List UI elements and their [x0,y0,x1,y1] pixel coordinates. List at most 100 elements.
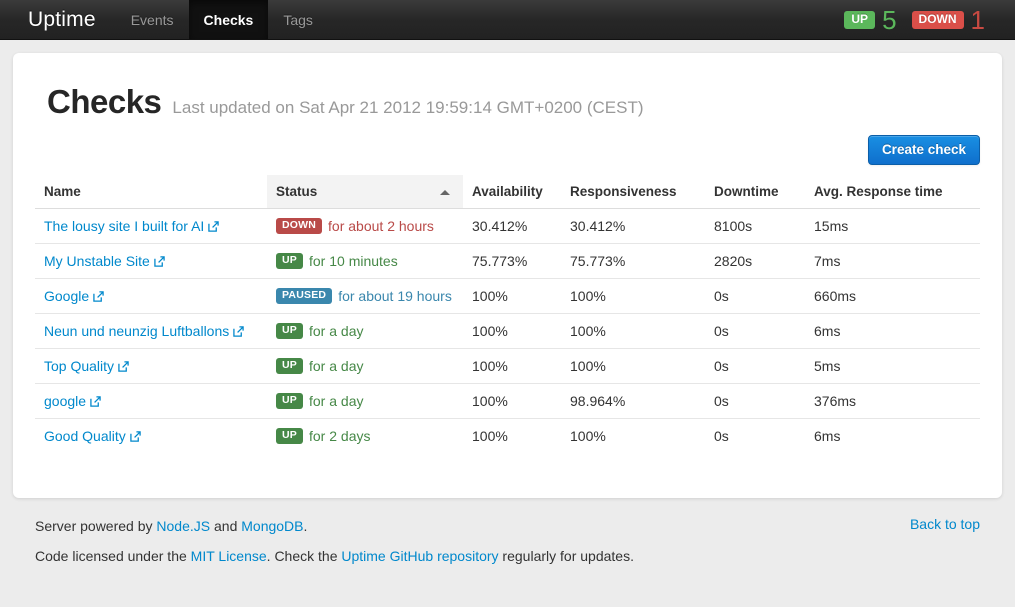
footer-text-post-2: regularly for updates. [498,548,634,564]
cell-status: DOWN for about 2 hours [267,209,463,244]
mit-license-link[interactable]: MIT License [191,548,267,564]
cell-availability: 75.773% [463,243,561,279]
column-header-downtime[interactable]: Downtime [705,175,805,209]
footer-line-license: Code licensed under the MIT License. Che… [35,546,980,566]
page-body: Checks Last updated on Sat Apr 21 2012 1… [0,40,1015,498]
column-header-avg-response[interactable]: Avg. Response time [805,175,980,209]
cell-status: UP for 2 days [267,418,463,453]
status-badge: UP [276,393,303,409]
cell-availability: 30.412% [472,218,528,234]
cell-responsiveness: 100% [561,278,705,314]
column-header-responsiveness[interactable]: Responsiveness [561,175,705,209]
column-header-status[interactable]: Status [267,175,463,209]
brand-logo[interactable]: Uptime [0,0,116,39]
check-name-link[interactable]: google [44,393,86,409]
check-name-link[interactable]: The lousy site I built for AI [44,218,204,234]
cell-status: UP for 10 minutes [267,243,463,279]
cell-downtime: 0s [705,278,805,314]
check-name-link[interactable]: Neun und neunzig Luftballons [44,323,229,339]
cell-avg-response: 7ms [805,243,980,279]
external-link-icon[interactable] [233,326,244,337]
mongodb-link[interactable]: MongoDB [241,518,303,534]
status-duration-text: for a day [309,323,364,339]
nodejs-link[interactable]: Node.JS [156,518,210,534]
status-duration-text: for a day [309,358,364,374]
footer-text-pre-2: Code licensed under the [35,548,191,564]
table-row: The lousy site I built for AI DOWN for abo… [35,209,980,244]
cell-availability: 100% [463,418,561,453]
cell-status: UP for a day [267,313,463,349]
cell-downtime: 0s [705,418,805,453]
page-header: Checks Last updated on Sat Apr 21 2012 1… [35,75,980,121]
footer-text-pre-1: Server powered by [35,518,157,534]
cell-name: Good Quality [35,418,267,453]
status-group: PAUSED for about 19 hours [276,288,453,304]
cell-avg-response: 376ms [805,383,980,419]
cell-status: PAUSED for about 19 hours [267,278,463,314]
status-badge: UP [276,428,303,444]
cell-responsiveness: 100% [561,418,705,453]
table-row: Google PAUSED for about 19 hours 100% 100% 0s… [35,278,980,314]
table-row: Neun und neunzig Luftballons UP for a day 1… [35,313,980,349]
footer-text-mid-2: . Check the [266,548,342,564]
external-link-icon[interactable] [90,396,101,407]
github-repository-link[interactable]: Uptime GitHub repository [341,548,498,564]
footer-text-post-1: . [303,518,308,534]
last-updated-text: Last updated on Sat Apr 21 2012 19:59:14… [172,98,644,117]
table-header-row: Name Status Availability Responsiveness … [35,175,980,209]
cell-availability: 100% [463,383,561,419]
content-card: Checks Last updated on Sat Apr 21 2012 1… [13,53,1002,498]
nav-item-tags[interactable]: Tags [268,0,328,39]
table-row: Top Quality UP for a day 100% 100% 0s 5ms [35,348,980,384]
status-badge: UP [276,358,303,374]
cell-name: The lousy site I built for AI [35,209,267,244]
external-link-icon[interactable] [208,221,220,232]
column-header-availability[interactable]: Availability [463,175,561,209]
cell-responsiveness: 98.964% [561,383,705,419]
navbar: Uptime Events Checks Tags UP 5 DOWN 1 [0,0,1015,40]
status-duration-text: for 10 minutes [309,253,398,269]
status-badge: DOWN [276,218,323,234]
down-badge: DOWN [911,10,964,29]
status-badge: UP [276,323,303,339]
table-row: Good Quality UP for 2 days 100% 100% 0s 6ms [35,418,980,453]
check-name-link[interactable]: Good Quality [44,428,126,444]
check-name-link[interactable]: Top Quality [44,358,114,374]
table-row: google UP for a day 100% 98.964% 0s 376ms [35,383,980,419]
status-badge: PAUSED [276,288,333,304]
check-name-link[interactable]: Google [44,288,89,304]
status-duration-text: for about 19 hours [338,288,452,304]
nav-status-summary: UP 5 DOWN 1 [844,0,1015,39]
cell-avg-response: 15ms [814,218,849,234]
back-to-top-link[interactable]: Back to top [910,516,980,532]
external-link-icon[interactable] [154,256,165,267]
table-head: Name Status Availability Responsiveness … [35,175,980,209]
cell-name: Top Quality [35,348,267,384]
cell-responsiveness: 75.773% [561,243,705,279]
external-link-icon[interactable] [129,431,141,442]
down-count: 1 [970,4,985,35]
cell-responsiveness: 100% [561,348,705,384]
cell-name: Google [35,278,267,314]
footer-line-powered-by: Server powered by Node.JS and MongoDB. [35,516,980,536]
status-duration-text: for about 2 hours [328,218,434,234]
checks-table: Name Status Availability Responsiveness … [35,175,980,453]
cell-avg-response: 660ms [805,278,980,314]
footer: Server powered by Node.JS and MongoDB. C… [0,498,1015,566]
cell-downtime: 2820s [705,243,805,279]
check-name-link[interactable]: My Unstable Site [44,253,150,269]
cell-avg-response: 5ms [805,348,980,384]
cell-status: UP for a day [267,348,463,384]
cell-name: Neun und neunzig Luftballons [35,313,267,349]
create-check-button[interactable]: Create check [867,135,980,165]
status-group: UP for a day [276,323,453,339]
column-header-name[interactable]: Name [35,175,267,209]
nav-item-checks[interactable]: Checks [188,0,269,39]
cell-availability: 100% [463,348,561,384]
nav-item-events[interactable]: Events [116,0,189,39]
table-body: The lousy site I built for AI DOWN for abo… [35,209,980,453]
status-group: UP for a day [276,358,453,374]
cell-avg-response: 6ms [805,313,980,349]
external-link-icon[interactable] [118,361,129,372]
external-link-icon[interactable] [93,291,104,302]
